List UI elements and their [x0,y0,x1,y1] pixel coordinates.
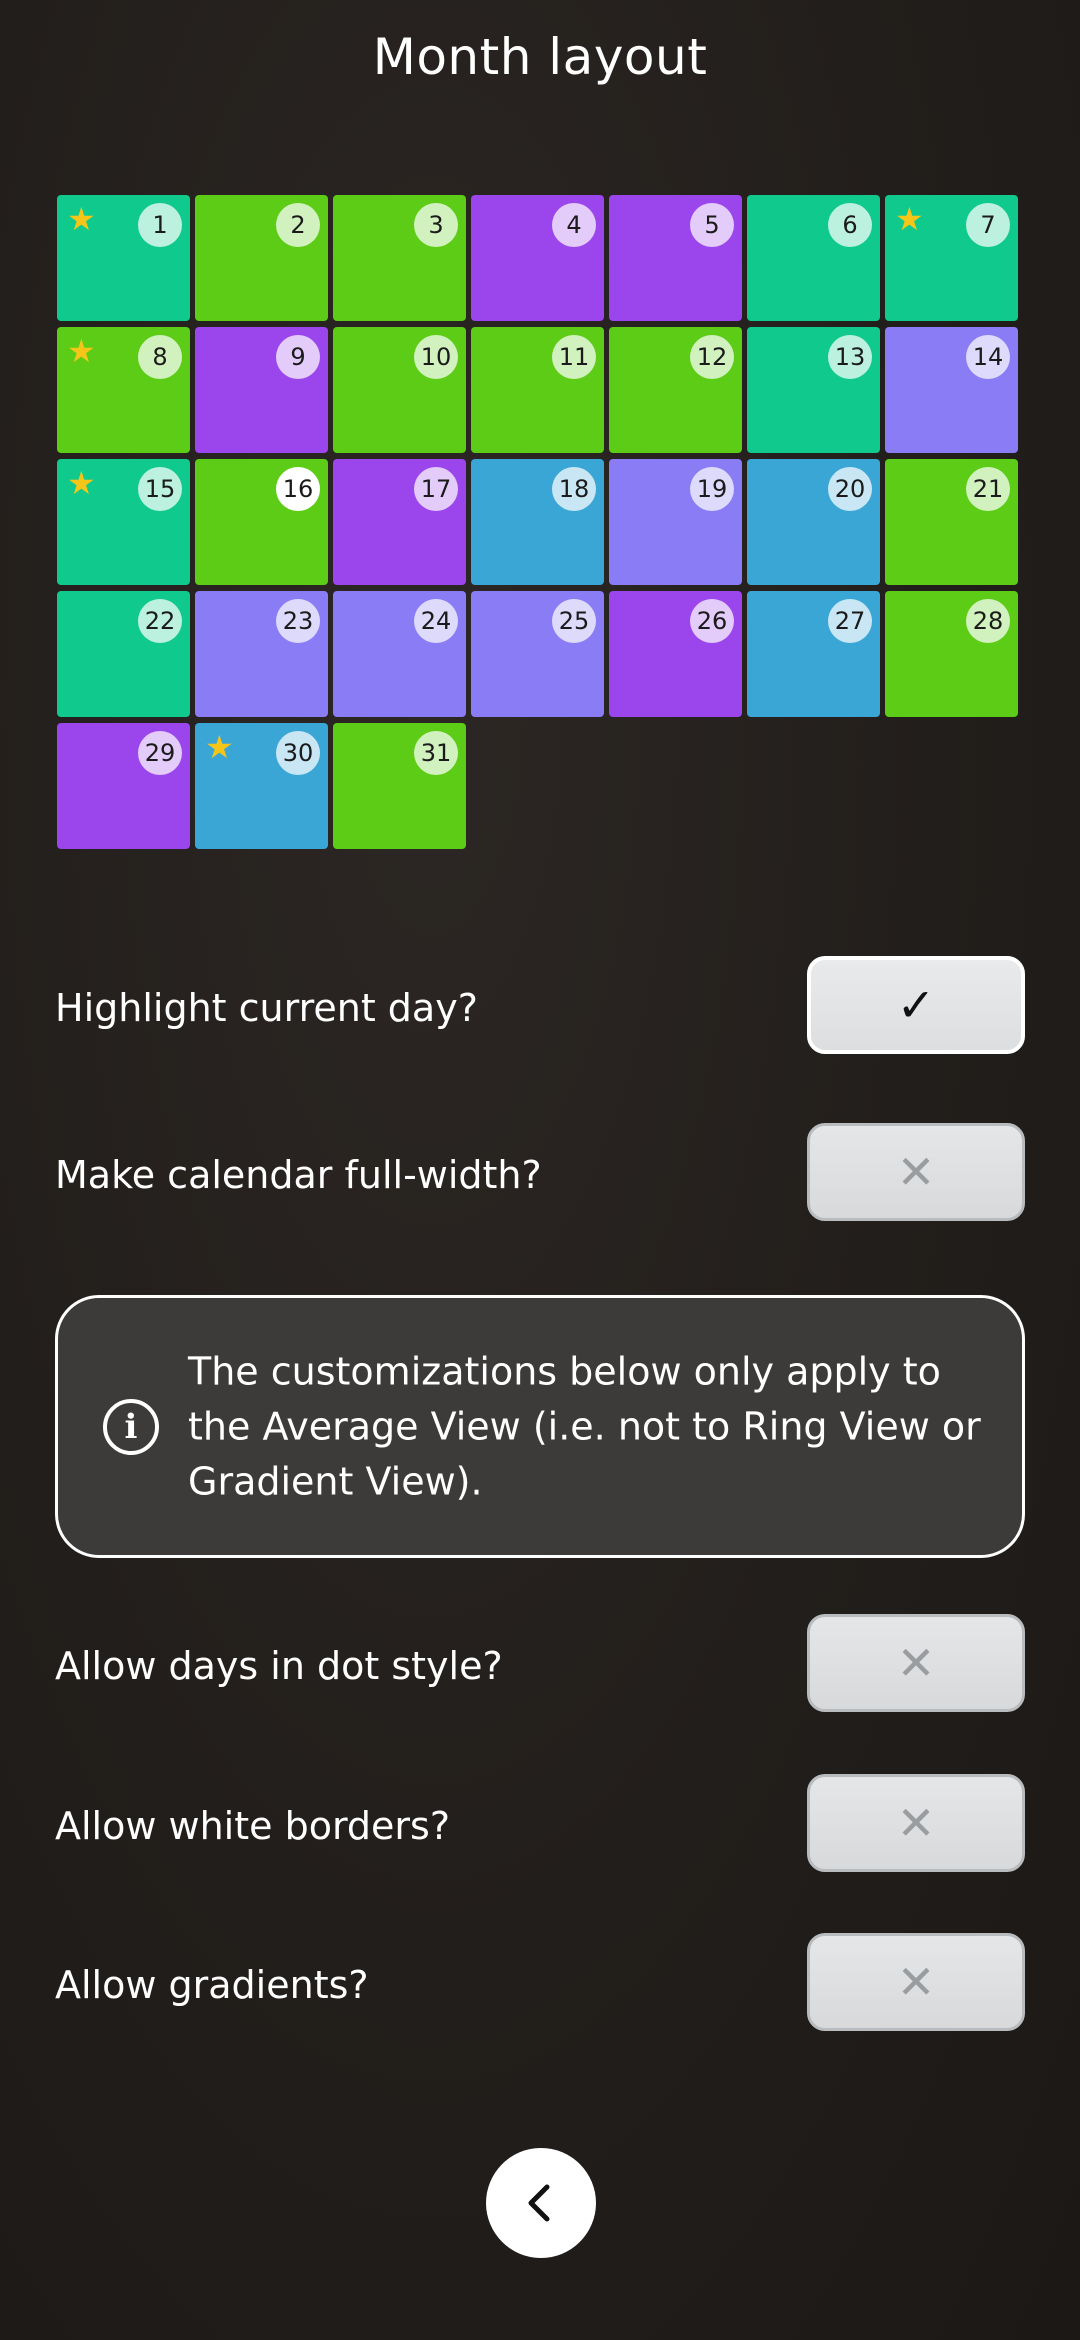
calendar-day[interactable]: 29 [57,723,190,849]
calendar-day[interactable]: 2 [195,195,328,321]
star-icon: ★ [895,200,924,238]
calendar-day[interactable]: 20 [747,459,880,585]
close-icon: ✕ [896,1955,936,2009]
calendar-day[interactable]: 12 [609,327,742,453]
close-icon: ✕ [896,1636,936,1690]
calendar-day[interactable]: 10 [333,327,466,453]
back-button[interactable] [486,2148,596,2258]
calendar-day[interactable]: 22 [57,591,190,717]
setting-full-width: Make calendar full-width? ✕ [55,1123,1025,1227]
setting-dot-style: Allow days in dot style? ✕ [55,1614,1025,1718]
calendar-day[interactable]: 25 [471,591,604,717]
day-number: 31 [414,731,458,775]
calendar-day[interactable]: 23 [195,591,328,717]
day-number: 23 [276,599,320,643]
calendar-day[interactable]: 3 [333,195,466,321]
day-number: 30 [276,731,320,775]
calendar-day[interactable]: 14 [885,327,1018,453]
highlight-current-day-toggle[interactable]: ✓ [807,956,1025,1054]
calendar-day[interactable]: ★ 1 [57,195,190,321]
day-number: 4 [552,203,596,247]
calendar-day[interactable]: 5 [609,195,742,321]
day-number: 9 [276,335,320,379]
setting-label: Allow white borders? [55,1804,451,1848]
gradients-toggle[interactable]: ✕ [807,1933,1025,2031]
day-number: 22 [138,599,182,643]
calendar-day[interactable]: 19 [609,459,742,585]
day-number: 29 [138,731,182,775]
day-number: 7 [966,203,1010,247]
day-number: 13 [828,335,872,379]
calendar-day[interactable]: 9 [195,327,328,453]
calendar-day[interactable]: 26 [609,591,742,717]
setting-highlight-current-day: Highlight current day? ✓ [55,956,1025,1060]
calendar-day[interactable]: 17 [333,459,466,585]
calendar-day[interactable]: ★ 30 [195,723,328,849]
info-icon: i [103,1398,159,1455]
day-number: 8 [138,335,182,379]
day-number: 2 [276,203,320,247]
day-number: 19 [690,467,734,511]
calendar-day[interactable]: 18 [471,459,604,585]
star-icon: ★ [67,464,96,502]
setting-label: Allow days in dot style? [55,1644,503,1688]
day-number: 14 [966,335,1010,379]
setting-label: Highlight current day? [55,986,478,1030]
calendar-day[interactable]: 24 [333,591,466,717]
calendar-day[interactable]: 13 [747,327,880,453]
day-number: 16 [276,467,320,511]
calendar-day[interactable]: 4 [471,195,604,321]
calendar-day[interactable]: 16 [195,459,328,585]
setting-label: Allow gradients? [55,1963,369,2007]
setting-white-borders: Allow white borders? ✕ [55,1774,1025,1878]
day-number: 15 [138,467,182,511]
info-notice: i The customizations below only apply to… [55,1295,1025,1558]
full-width-toggle[interactable]: ✕ [807,1123,1025,1221]
day-number: 18 [552,467,596,511]
info-text: The customizations below only apply to t… [188,1349,981,1503]
close-icon: ✕ [896,1145,936,1199]
calendar-day[interactable]: ★ 7 [885,195,1018,321]
calendar-day[interactable]: ★ 15 [57,459,190,585]
day-number: 28 [966,599,1010,643]
day-number: 27 [828,599,872,643]
calendar-day[interactable]: 31 [333,723,466,849]
calendar-day[interactable]: 27 [747,591,880,717]
day-number: 25 [552,599,596,643]
day-number: 21 [966,467,1010,511]
calendar-day[interactable]: 6 [747,195,880,321]
star-icon: ★ [205,728,234,766]
day-number: 20 [828,467,872,511]
day-number: 10 [414,335,458,379]
day-number: 24 [414,599,458,643]
check-icon: ✓ [896,978,936,1032]
page-title: Month layout [372,28,708,86]
day-number: 17 [414,467,458,511]
day-number: 5 [690,203,734,247]
dot-style-toggle[interactable]: ✕ [807,1614,1025,1712]
calendar-day[interactable]: ★ 8 [57,327,190,453]
day-number: 1 [138,203,182,247]
star-icon: ★ [67,332,96,370]
white-borders-toggle[interactable]: ✕ [807,1774,1025,1872]
calendar-day[interactable]: 11 [471,327,604,453]
day-number: 11 [552,335,596,379]
day-number: 3 [414,203,458,247]
month-calendar-grid: ★ 1 2 3 4 5 6 ★ 7 ★ 8 9 10 11 12 13 14 ★ 15 16 17 18 19 20 21 22 2… [57,195,1021,849]
day-number: 26 [690,599,734,643]
setting-gradients: Allow gradients? ✕ [55,1933,1025,2037]
calendar-day[interactable]: 21 [885,459,1018,585]
star-icon: ★ [67,200,96,238]
calendar-day[interactable]: 28 [885,591,1018,717]
day-number: 12 [690,335,734,379]
setting-label: Make calendar full-width? [55,1153,542,1197]
day-number: 6 [828,203,872,247]
close-icon: ✕ [896,1796,936,1850]
chevron-left-icon [528,2184,550,2222]
